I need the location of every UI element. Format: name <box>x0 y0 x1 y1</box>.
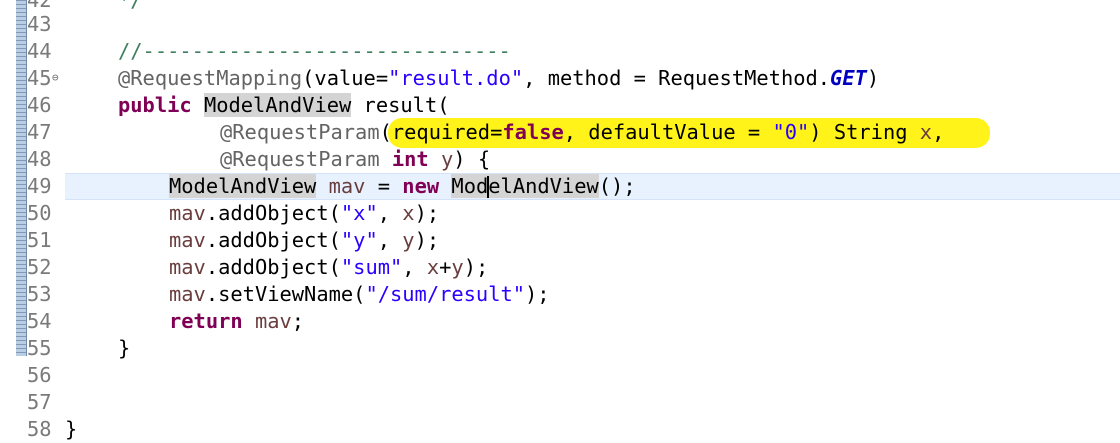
line-number: 53 <box>27 282 52 306</box>
parameter: x <box>402 201 415 225</box>
code-text: , <box>932 120 945 144</box>
code-text: (value= <box>302 66 389 90</box>
line-number: 56 <box>27 363 52 387</box>
parameter: x <box>919 120 933 144</box>
parameter: y <box>451 255 464 279</box>
separator-comment: //------------------------------ <box>118 39 511 63</box>
line-number: 55 <box>27 336 52 360</box>
code-line-52[interactable]: 52 mav.addObject("sum", x+y); <box>0 254 1120 281</box>
code-text: Mod <box>451 174 489 198</box>
code-text: , <box>402 255 427 279</box>
code-text: .addObject( <box>205 228 341 252</box>
code-text: .setViewName( <box>205 282 366 306</box>
line-number: 54 <box>27 309 52 333</box>
string-literal: "y" <box>340 228 378 252</box>
code-line-56[interactable]: 56 <box>0 362 1120 389</box>
code-line-57[interactable]: 57 <box>0 389 1120 416</box>
code-text: ); <box>414 228 440 252</box>
code-text: (required= <box>379 120 503 144</box>
line-number: 49 <box>27 174 52 198</box>
code-text: ) <box>866 66 880 90</box>
code-text: ); <box>414 201 440 225</box>
keyword: public <box>118 93 192 117</box>
code-text: , defaultValue = <box>563 120 773 144</box>
line-number: 50 <box>27 201 52 225</box>
code-text: ); <box>525 282 550 306</box>
line-number: 52 <box>27 255 52 279</box>
code-line-44[interactable]: 44 //------------------------------ <box>0 38 1120 65</box>
local-variable: mav <box>328 174 366 198</box>
local-variable: mav <box>169 201 206 225</box>
line-number: 48 <box>27 147 52 171</box>
code-line-46[interactable]: 46 public ModelAndView result( <box>0 92 1120 119</box>
parameter: y <box>402 228 415 252</box>
code-text: result( <box>351 93 450 117</box>
line-number: 43 <box>27 12 52 36</box>
string-literal: "result.do" <box>388 66 524 90</box>
code-editor[interactable]: 42 */ 43 44 //--------------------------… <box>0 0 1120 443</box>
static-field: GET <box>830 66 867 90</box>
local-variable: mav <box>169 228 206 252</box>
occurrence-highlight: ModelAndView <box>169 174 317 198</box>
string-literal: "x" <box>340 201 378 225</box>
code-line-49[interactable]: 49 ModelAndView mav = new ModelAndView()… <box>0 173 1120 200</box>
local-variable: mav <box>169 282 206 306</box>
code-text: .addObject( <box>205 255 341 279</box>
code-line-45[interactable]: 45 ⊖ @RequestMapping(value="result.do", … <box>0 65 1120 92</box>
line-number: 58 <box>27 417 52 441</box>
line-number: 46 <box>27 93 52 117</box>
line-number: 57 <box>27 390 52 414</box>
local-variable: mav <box>254 309 292 333</box>
code-line-51[interactable]: 51 mav.addObject("y", y); <box>0 227 1120 254</box>
code-text: , <box>377 201 403 225</box>
collapse-icon[interactable]: ⊖ <box>52 65 59 90</box>
line-number: 45 <box>27 66 52 90</box>
code-text: + <box>439 255 452 279</box>
code-text: , <box>377 228 403 252</box>
code-text: .addObject( <box>205 201 341 225</box>
code-line-55[interactable]: 55 } <box>0 335 1120 362</box>
string-literal: "0" <box>772 120 810 144</box>
code-line-58[interactable]: 58 } <box>0 416 1120 443</box>
line-number: 51 <box>27 228 52 252</box>
code-line-53[interactable]: 53 mav.setViewName("/sum/result"); <box>0 281 1120 308</box>
line-number: 44 <box>27 39 52 63</box>
code-text: = <box>365 174 403 198</box>
local-variable: mav <box>169 255 206 279</box>
parameter: y <box>441 147 454 171</box>
code-line-54[interactable]: 54 return mav; <box>0 308 1120 335</box>
parameter: x <box>426 255 440 279</box>
annotation-request-mapping: @RequestMapping <box>118 66 303 90</box>
keyword: return <box>169 309 243 333</box>
code-text: , method = RequestMethod. <box>523 66 831 90</box>
closing-brace: } <box>118 336 131 360</box>
code-line-48[interactable]: 48 @RequestParam int y) { <box>0 146 1120 173</box>
code-text: ; <box>291 309 305 333</box>
code-text: ) { <box>453 147 491 171</box>
code-text: (); <box>598 174 636 198</box>
annotation-request-param: @RequestParam <box>220 147 380 171</box>
code-line-47[interactable]: 47 @RequestParam(required=false, default… <box>0 119 1120 146</box>
code-text: ) String <box>809 120 920 144</box>
keyword: false <box>502 120 564 144</box>
string-literal: "sum" <box>340 255 403 279</box>
code-text: ); <box>463 255 489 279</box>
string-literal: "/sum/result" <box>365 282 526 306</box>
code-text: elAndView <box>488 174 599 198</box>
annotation-request-param: @RequestParam <box>220 120 380 144</box>
occurrence-highlight: ModelAndView <box>203 93 352 117</box>
code-line-43[interactable]: 43 <box>0 11 1120 38</box>
line-number: 47 <box>27 120 52 144</box>
code-line-50[interactable]: 50 mav.addObject("x", x); <box>0 200 1120 227</box>
keyword: new <box>402 174 440 198</box>
closing-brace: } <box>65 417 78 441</box>
occurrence-highlight: ModelAndView <box>451 174 599 198</box>
keyword: int <box>391 147 429 171</box>
